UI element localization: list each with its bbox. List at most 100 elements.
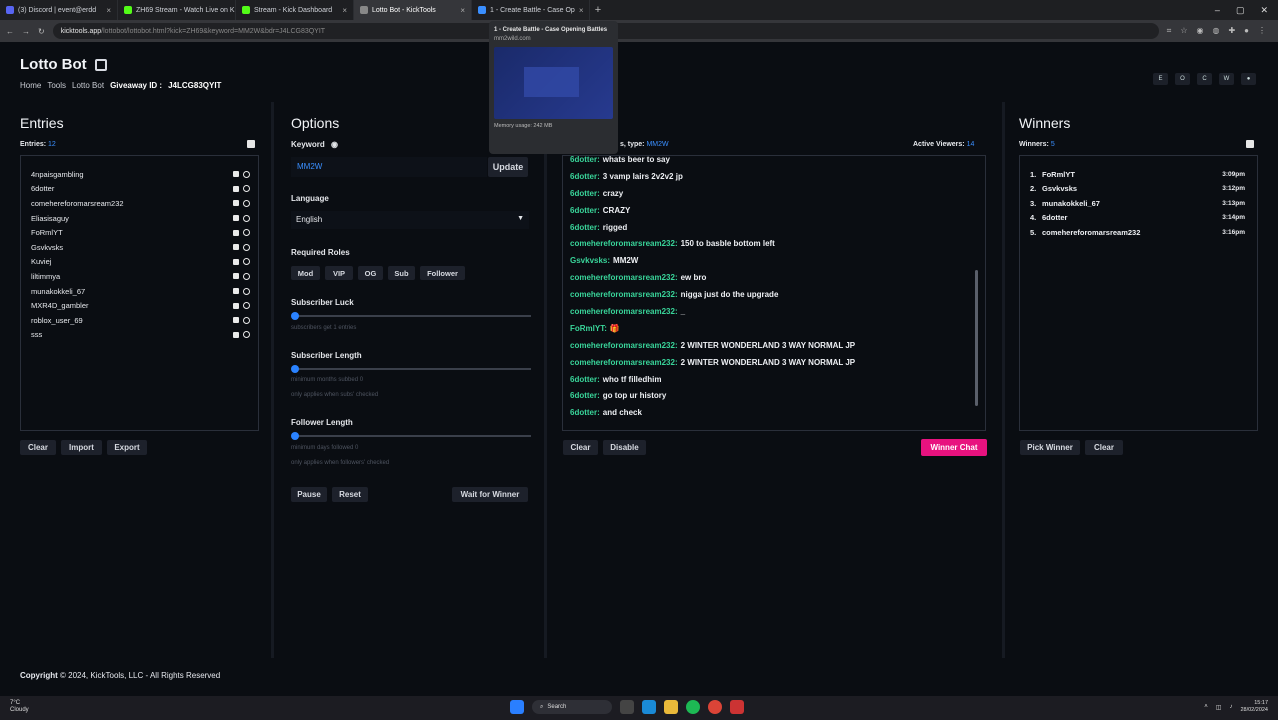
extension-icon[interactable]: ◍ <box>1212 26 1219 36</box>
checkbox-icon[interactable] <box>233 200 239 207</box>
list-item: Gsvkvsks <box>21 240 258 255</box>
slider-knob[interactable] <box>291 432 299 440</box>
obs-icon[interactable] <box>730 700 744 714</box>
tab-close-icon[interactable]: × <box>579 6 584 15</box>
checkbox-icon[interactable] <box>233 229 239 236</box>
pick-winner-button[interactable]: Pick Winner <box>1020 440 1080 455</box>
browser-tab-lottobot[interactable]: Lotto Bot - KickTools × <box>354 0 472 20</box>
remove-icon[interactable] <box>243 185 250 193</box>
breadcrumb-tools[interactable]: Tools <box>47 81 66 90</box>
checkbox-icon[interactable] <box>233 317 239 324</box>
new-tab-button[interactable]: + <box>590 4 606 16</box>
chat-scrollbar[interactable] <box>975 270 978 406</box>
entries-export-button[interactable]: Export <box>107 440 147 455</box>
winner-chat-button[interactable]: Winner Chat <box>921 439 987 456</box>
taskbar-clock[interactable]: 15:17 28/02/2024 <box>1240 700 1268 714</box>
extension-icon[interactable]: ◉ <box>1196 26 1203 36</box>
browser-tab-stream[interactable]: ZH69 Stream - Watch Live on K× <box>118 0 236 20</box>
close-window-icon[interactable]: ✕ <box>1260 5 1268 16</box>
translate-icon[interactable]: ⌗ <box>1167 26 1172 36</box>
follower-length-slider[interactable] <box>291 432 531 440</box>
pause-button[interactable]: Pause <box>291 487 327 502</box>
copy-icon[interactable] <box>247 140 255 148</box>
network-icon[interactable]: ◫ <box>1216 704 1222 711</box>
spotify-icon[interactable] <box>686 700 700 714</box>
browser-tab-battle[interactable]: 1 - Create Battle - Case Op × <box>472 0 590 20</box>
winners-clear-button[interactable]: Clear <box>1085 440 1123 455</box>
toggle-entries-button[interactable]: E <box>1153 73 1168 85</box>
role-mod-toggle[interactable]: Mod <box>291 266 320 280</box>
checkbox-icon[interactable] <box>233 302 239 309</box>
edge-icon[interactable] <box>642 700 656 714</box>
remove-icon[interactable] <box>243 272 250 280</box>
sub-luck-slider[interactable] <box>291 312 531 320</box>
weather-widget[interactable]: 7°C Cloudy <box>10 700 29 714</box>
remove-icon[interactable] <box>243 316 250 324</box>
back-icon[interactable]: ← <box>6 27 14 36</box>
tab-close-icon[interactable]: × <box>460 6 465 15</box>
entries-count: Entries: 12 <box>20 141 56 148</box>
remove-icon[interactable] <box>243 199 250 207</box>
checkbox-icon[interactable] <box>233 185 239 192</box>
task-view-icon[interactable] <box>620 700 634 714</box>
minimize-icon[interactable]: – <box>1215 5 1220 16</box>
browser-tab-dashboard[interactable]: Stream - Kick Dashboard × <box>236 0 354 20</box>
checkbox-icon[interactable] <box>233 273 239 280</box>
remove-icon[interactable] <box>243 214 250 222</box>
keyword-input[interactable]: MM2W <box>291 157 487 177</box>
checkbox-icon[interactable] <box>233 244 239 251</box>
role-og-toggle[interactable]: OG <box>358 266 383 280</box>
role-vip-toggle[interactable]: VIP <box>325 266 353 280</box>
entries-import-button[interactable]: Import <box>61 440 102 455</box>
toggle-winners-button[interactable]: W <box>1219 73 1234 85</box>
list-item: 3. munakokkeli_67 3:13pm <box>1030 198 1245 208</box>
copy-icon[interactable] <box>1246 140 1254 148</box>
reload-icon[interactable]: ↻ <box>38 27 45 36</box>
remove-icon[interactable] <box>243 287 250 295</box>
checkbox-icon[interactable] <box>233 171 239 178</box>
remove-icon[interactable] <box>243 170 250 178</box>
file-explorer-icon[interactable] <box>664 700 678 714</box>
tab-close-icon[interactable]: × <box>342 6 347 15</box>
taskbar-search[interactable]: ⌕ Search <box>532 700 612 714</box>
browser-tab-discord[interactable]: (3) Discord | event@erdd × <box>0 0 118 20</box>
entries-clear-button[interactable]: Clear <box>20 440 56 455</box>
menu-icon[interactable]: ⋮ <box>1258 26 1266 36</box>
toggle-options-button[interactable]: O <box>1175 73 1190 85</box>
checkbox-icon[interactable] <box>233 215 239 222</box>
tab-close-icon[interactable]: × <box>106 6 111 15</box>
toggle-chat-button[interactable]: C <box>1197 73 1212 85</box>
eye-icon[interactable]: ◉ <box>331 140 338 149</box>
chat-clear-button[interactable]: Clear <box>563 440 598 455</box>
puzzle-icon[interactable]: ✚ <box>1228 26 1235 36</box>
theme-icon[interactable]: ● <box>1241 73 1256 85</box>
remove-icon[interactable] <box>243 331 250 339</box>
reset-button[interactable]: Reset <box>332 487 368 502</box>
breadcrumb-lottobot[interactable]: Lotto Bot <box>72 81 104 90</box>
profile-icon[interactable]: ● <box>1244 26 1249 36</box>
slider-knob[interactable] <box>291 312 299 320</box>
remove-icon[interactable] <box>243 243 250 251</box>
checkbox-icon[interactable] <box>233 258 239 265</box>
volume-icon[interactable]: ♪ <box>1229 704 1232 710</box>
sub-length-slider[interactable] <box>291 365 531 373</box>
language-select[interactable]: English ▼ <box>291 211 529 229</box>
role-follower-toggle[interactable]: Follower <box>420 266 465 280</box>
chat-disable-button[interactable]: Disable <box>603 440 646 455</box>
maximize-icon[interactable]: ▢ <box>1236 5 1245 16</box>
update-button[interactable]: Update <box>488 157 528 177</box>
windows-start-icon[interactable] <box>510 700 524 714</box>
checkbox-icon[interactable] <box>233 288 239 295</box>
bookmark-star-icon[interactable]: ☆ <box>1180 26 1187 36</box>
remove-icon[interactable] <box>243 258 250 266</box>
breadcrumb-home[interactable]: Home <box>20 81 41 90</box>
forward-icon[interactable]: → <box>22 27 30 36</box>
slider-knob[interactable] <box>291 365 299 373</box>
remove-icon[interactable] <box>243 302 250 310</box>
role-sub-toggle[interactable]: Sub <box>388 266 415 280</box>
wait-for-winner-button[interactable]: Wait for Winner <box>452 487 528 502</box>
chrome-icon[interactable] <box>708 700 722 714</box>
remove-icon[interactable] <box>243 229 250 237</box>
tray-chevron-icon[interactable]: ˄ <box>1204 704 1208 710</box>
checkbox-icon[interactable] <box>233 331 239 338</box>
